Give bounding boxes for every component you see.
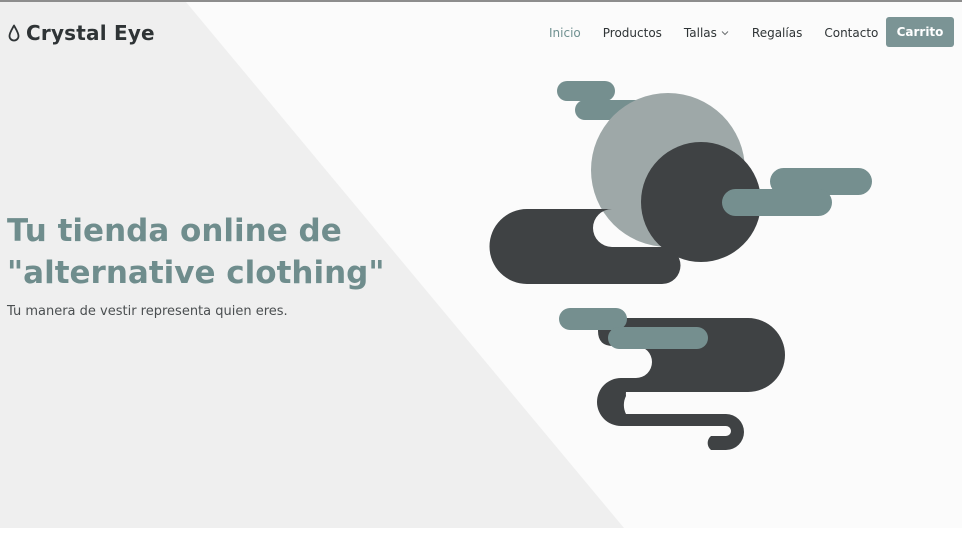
nav-item-regalias[interactable]: Regalías — [752, 26, 802, 40]
illus-teal-pill-right-2 — [722, 189, 832, 216]
main-nav: Inicio Productos Tallas Regalías Contact… — [538, 18, 889, 48]
illus-teal-pill-top — [557, 81, 615, 101]
hero-title: Tu tienda online de "alternative clothin… — [7, 210, 427, 294]
chevron-down-icon — [721, 31, 729, 36]
hero-title-line-2: "alternative clothing" — [7, 255, 385, 291]
drop-icon — [8, 24, 20, 42]
nav-item-productos[interactable]: Productos — [603, 26, 662, 40]
nav-item-tallas-label: Tallas — [683, 26, 717, 40]
brand-logo[interactable]: Crystal Eye — [8, 18, 155, 48]
illus-teal-pill-bottom-2 — [608, 327, 708, 349]
bottom-strip — [0, 528, 962, 541]
nav-item-tallas[interactable]: Tallas — [684, 26, 730, 40]
nav-item-contacto[interactable]: Contacto — [824, 26, 878, 40]
hero-title-line-1: Tu tienda online de — [7, 213, 342, 249]
cart-button[interactable]: Carrito — [886, 17, 954, 47]
illus-teal-pill-bottom — [559, 308, 627, 330]
nav-item-inicio[interactable]: Inicio — [549, 26, 581, 40]
hero-subtitle: Tu manera de vestir representa quien ere… — [7, 304, 288, 319]
hero-illustration — [489, 81, 872, 450]
brand-name: Crystal Eye — [26, 21, 155, 45]
